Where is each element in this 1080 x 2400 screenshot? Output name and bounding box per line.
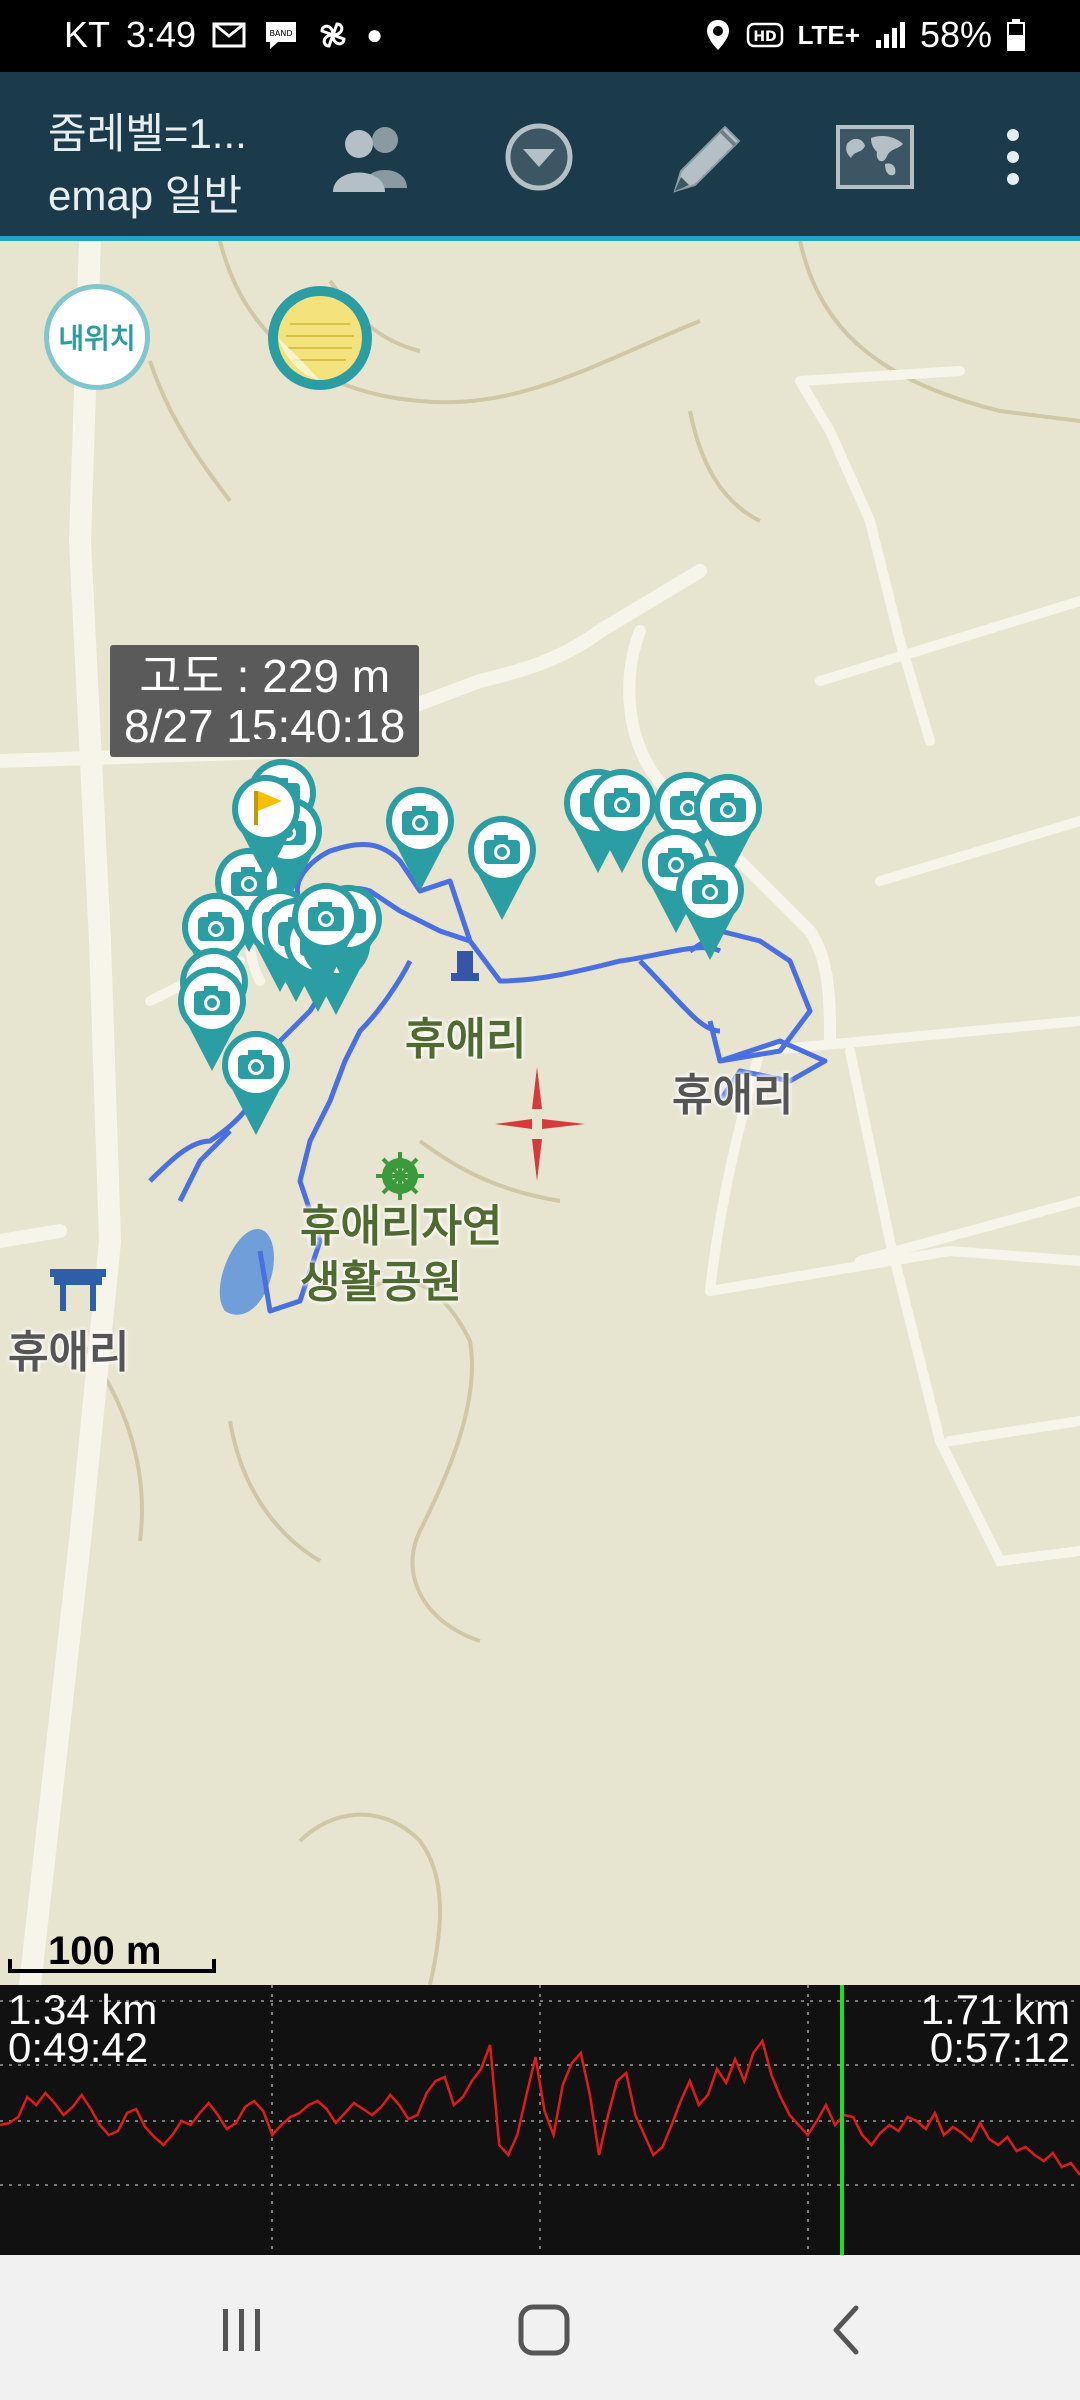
battery-percent: 58%	[919, 14, 992, 55]
pencil-icon	[673, 125, 741, 193]
roads	[0, 241, 1080, 1985]
map-canvas[interactable]	[0, 241, 1080, 1985]
world-map-icon	[836, 125, 914, 189]
map-type-title[interactable]: emap 일반	[48, 162, 242, 223]
photo-marker[interactable]	[218, 1027, 294, 1137]
battery-icon	[1007, 19, 1025, 51]
clock: 3:49	[126, 14, 197, 55]
start-time: 0:49:42	[8, 2024, 149, 2071]
place-label-hueree-3: 휴애리	[672, 1070, 794, 1121]
signal-icon	[875, 22, 905, 48]
altitude-text: 고도 : 229 m	[139, 650, 391, 702]
photo-marker[interactable]	[288, 879, 364, 989]
map-type-button[interactable]	[830, 112, 920, 202]
photo-marker[interactable]	[672, 852, 748, 962]
dot-icon: ●	[366, 19, 384, 50]
altitude-graph-canvas	[0, 1985, 1080, 2255]
map-view[interactable]: 휴애리 휴애리자연 생활공원 휴애리 휴애리 내위치 고도 : 229 m 8/…	[0, 241, 1080, 1985]
note-icon	[268, 286, 372, 390]
hd-icon: HD	[746, 22, 783, 48]
app-bar: 줌레벨=1... emap 일반	[0, 72, 1080, 241]
position-cursor[interactable]	[840, 1985, 844, 2255]
people-button[interactable]	[326, 112, 416, 202]
center-crosshair	[495, 1067, 585, 1181]
photo-marker[interactable]	[464, 812, 540, 922]
home-icon	[518, 2304, 570, 2356]
svg-text:HD: HD	[753, 29, 776, 45]
place-label-hueree-park: 휴애리자연 생활공원	[300, 1201, 503, 1308]
altitude-line	[0, 2038, 1080, 2176]
people-icon	[333, 127, 407, 192]
park-icon	[376, 1152, 424, 1200]
my-location-button[interactable]: 내위치	[44, 284, 150, 390]
location-icon	[706, 20, 729, 50]
zoom-level-title[interactable]: 줌레벨=1...	[48, 100, 247, 161]
more-options-button[interactable]	[968, 112, 1058, 202]
landmark-icon	[451, 951, 479, 981]
start-flag-marker[interactable]	[228, 771, 304, 881]
more-vert-icon	[1007, 129, 1019, 185]
dropdown-icon	[505, 123, 573, 191]
photo-marker[interactable]	[382, 783, 458, 893]
edit-button[interactable]	[662, 112, 752, 202]
dropdown-button[interactable]	[494, 112, 584, 202]
place-label-hueree-2: 휴애리	[8, 1327, 130, 1378]
system-nav-bar	[0, 2255, 1080, 2400]
carrier: KT	[64, 14, 111, 55]
place-label-hueree-1: 휴애리	[405, 1014, 527, 1065]
svg-text:BAND: BAND	[270, 29, 293, 38]
altitude-graph[interactable]: 1.34 km 0:49:42 1.71 km 0:57:12	[0, 1985, 1080, 2255]
mail-icon	[212, 22, 246, 48]
back-icon	[833, 2305, 859, 2355]
scale-label: 100 m	[48, 1929, 162, 1973]
end-time: 0:57:12	[929, 2024, 1070, 2071]
tooltip-pointer	[252, 739, 282, 755]
scale-bar: 100 m	[8, 1929, 216, 1973]
home-button[interactable]	[504, 2295, 584, 2365]
recent-apps-button[interactable]	[202, 2295, 282, 2365]
recent-apps-icon	[223, 2309, 260, 2351]
graph-gridlines	[0, 1985, 1080, 2255]
status-bar: KT 3:49 BAND ● HD LTE+ 58%	[0, 0, 1080, 72]
back-button[interactable]	[806, 2295, 886, 2365]
pinwheel-icon	[320, 22, 346, 48]
network-type: LTE+	[797, 19, 860, 50]
band-icon: BAND	[266, 22, 297, 49]
memo-button[interactable]	[266, 284, 374, 392]
